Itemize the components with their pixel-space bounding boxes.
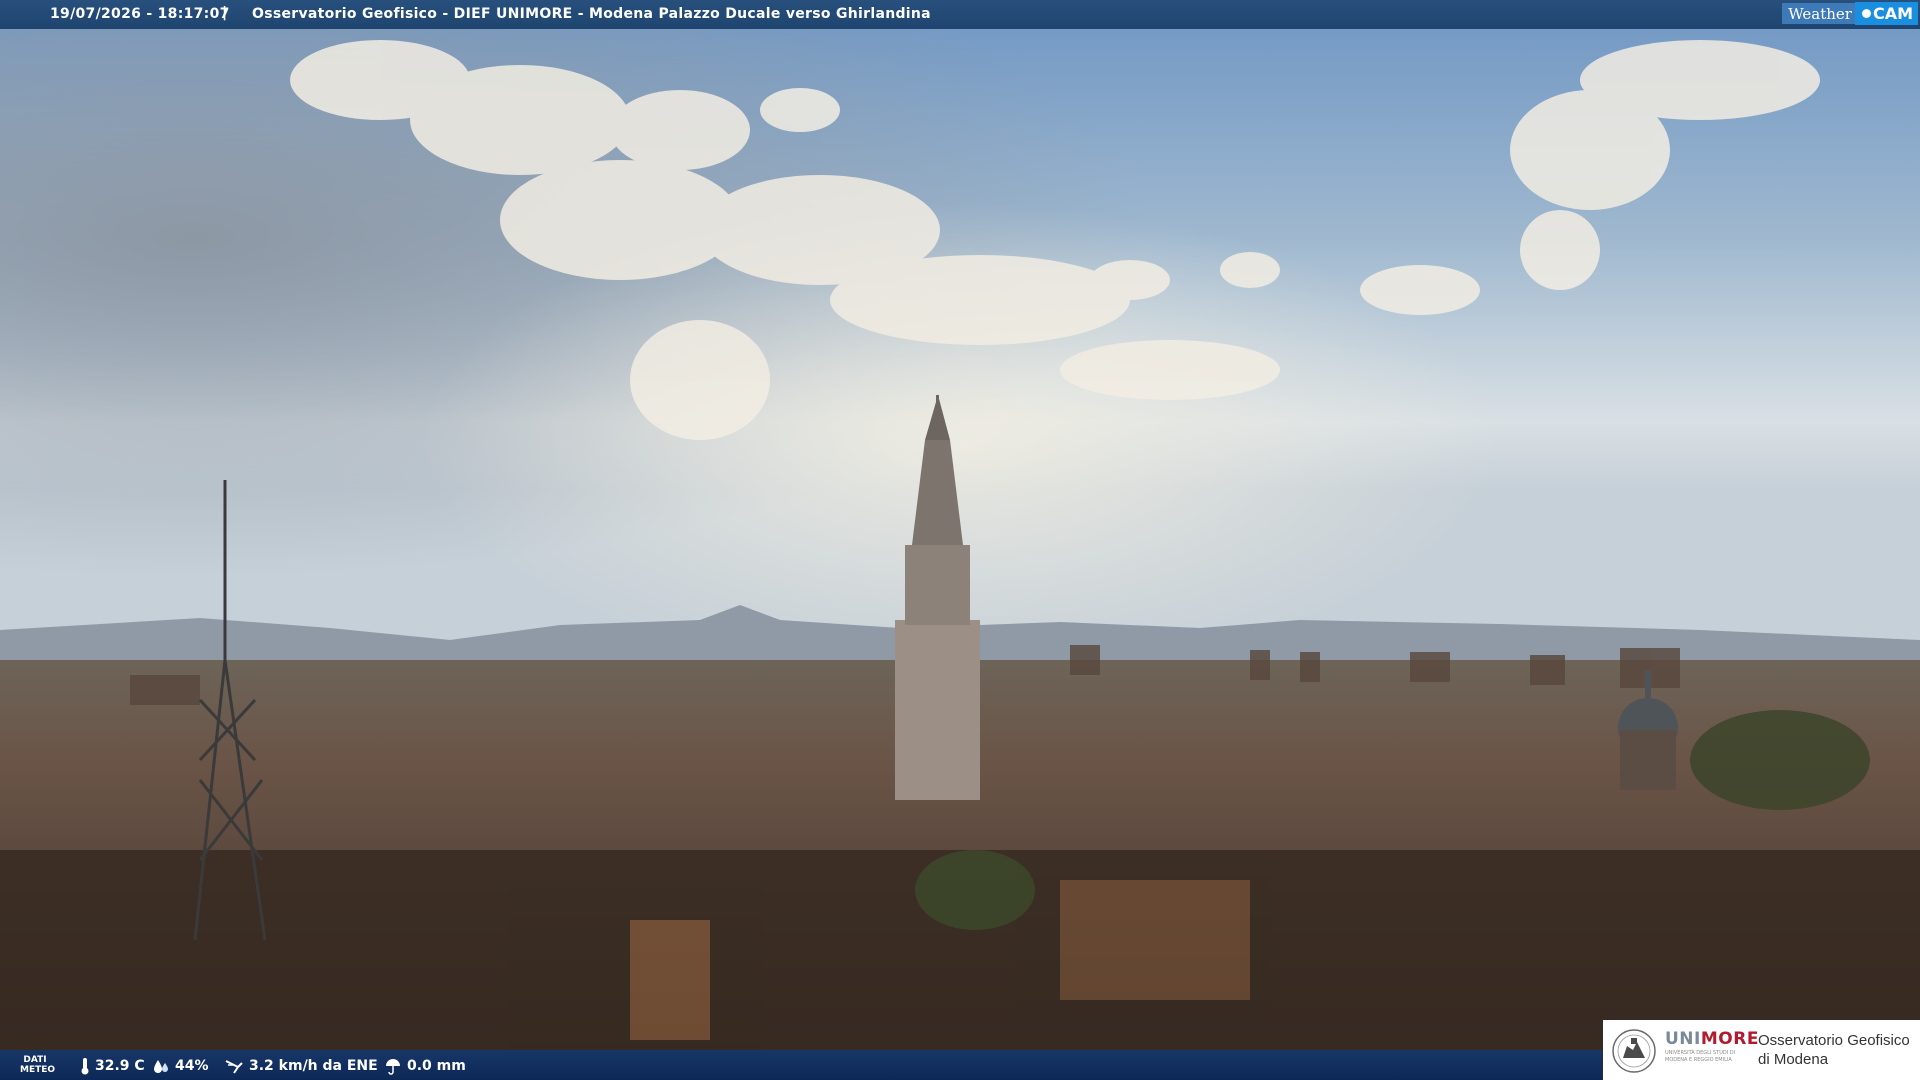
unimore-subtitle: UNIVERSITÀ DEGLI STUDI DI MODENA E REGGI… (1665, 1050, 1736, 1063)
humidity-value: 44% (175, 1058, 209, 1074)
weather-data-label: DATI METEO (20, 1055, 56, 1075)
camera-title: Osservatorio Geofisico - DIEF UNIMORE - … (252, 6, 931, 22)
unimore-seal-icon (1612, 1029, 1656, 1073)
wind-reading: 3.2 km/h da ENE (224, 1057, 378, 1075)
timestamp: 19/07/2026 - 18:17:07 (50, 6, 230, 22)
webcam-scene (0, 0, 1920, 1080)
weather-data-bar: DATI METEO 32.9 C 44% 3.2 km/h da ENE 0.… (0, 1050, 1602, 1080)
header-separator: | (222, 5, 228, 21)
weathercam-logo: Weather CAM (1782, 0, 1918, 27)
header-bar: 19/07/2026 - 18:17:07 | Osservatorio Geo… (0, 0, 1920, 29)
thermometer-icon (81, 1058, 89, 1075)
humidity-drops-icon (154, 1060, 168, 1073)
temperature-reading: 32.9 C (80, 1057, 145, 1075)
trees (915, 850, 1035, 930)
unimore-suffix: MORE (1700, 1029, 1759, 1049)
lens-dot-icon (1861, 9, 1871, 18)
unimore-branding: UNIMORE UNIVERSITÀ DEGLI STUDI DI MODENA… (1603, 1020, 1920, 1080)
observatory-name-line1: Osservatorio Geofisico (1758, 1032, 1910, 1049)
wind-direction-icon (225, 1060, 243, 1074)
weather-data-label-line2: METEO (20, 1065, 56, 1075)
weathercam-logo-cam-text: CAM (1872, 4, 1913, 23)
weathercam-logo-cam: CAM (1854, 2, 1918, 25)
observatory-name: Osservatorio Geofisico di Modena (1758, 1031, 1910, 1069)
unimore-name: UNIMORE (1665, 1029, 1759, 1049)
weather-data-label-line1: DATI (23, 1055, 47, 1065)
observatory-name-line2: di Modena (1758, 1051, 1829, 1068)
unimore-prefix: UNI (1665, 1029, 1701, 1049)
umbrella-icon (386, 1059, 400, 1075)
rain-reading: 0.0 mm (384, 1057, 466, 1075)
rain-value: 0.0 mm (407, 1058, 466, 1074)
temperature-value: 32.9 C (95, 1058, 145, 1074)
humidity-reading: 44% (152, 1057, 209, 1075)
weathercam-logo-text: Weather (1782, 3, 1855, 24)
wind-value: 3.2 km/h da ENE (249, 1058, 378, 1074)
